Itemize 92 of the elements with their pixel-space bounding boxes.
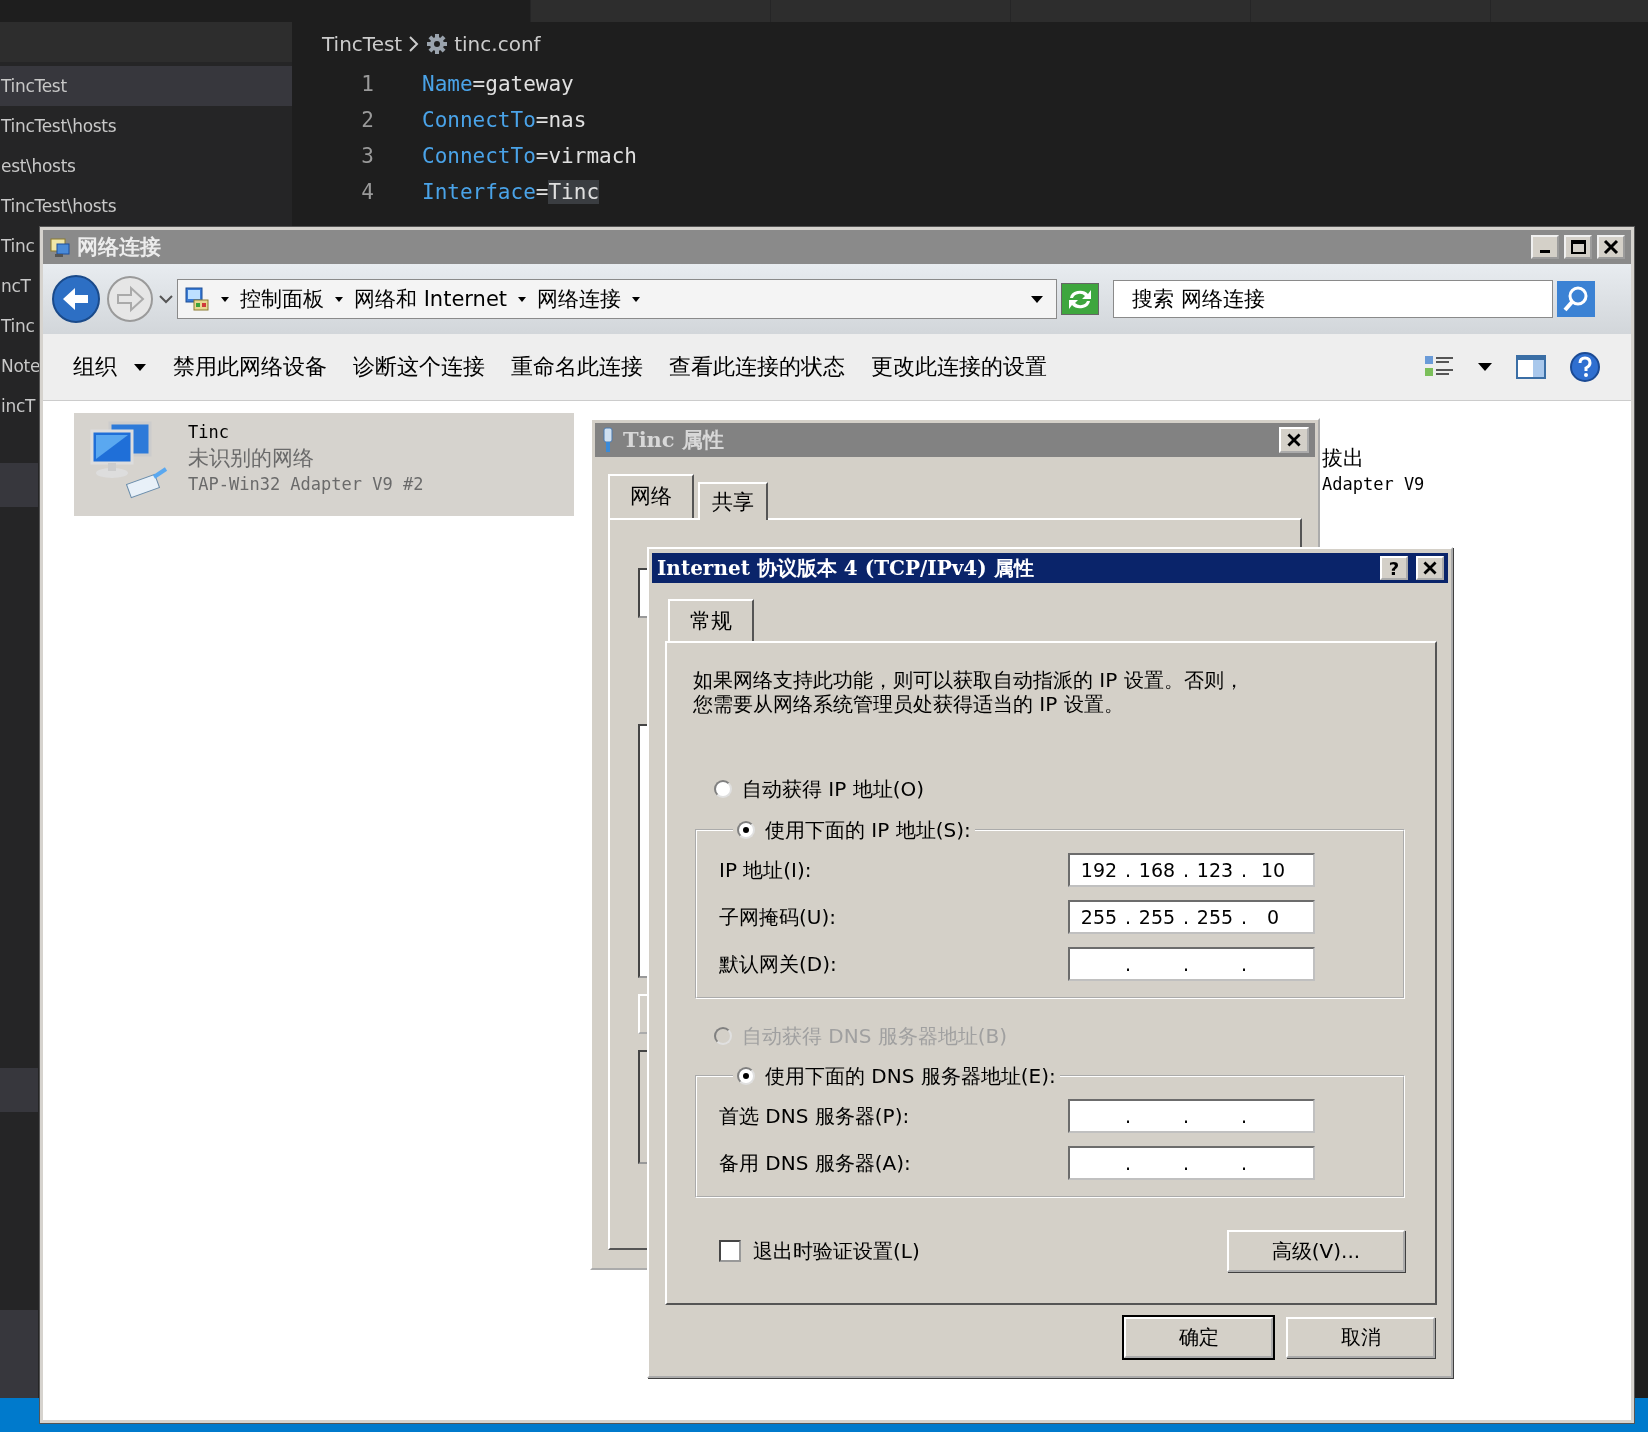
- search-field[interactable]: 搜索 网络连接: [1113, 280, 1553, 318]
- ip-address-field[interactable]: . . .: [1068, 947, 1315, 981]
- line-number: 4: [360, 180, 374, 204]
- sidebar-item[interactable]: ncT: [0, 266, 31, 306]
- field-label: 默认网关(D):: [719, 950, 837, 978]
- caret-icon: [631, 294, 642, 304]
- back-button[interactable]: [51, 274, 101, 324]
- ip-address-field[interactable]: . . .: [1068, 1146, 1315, 1180]
- breadcrumb-item[interactable]: 控制面板: [240, 285, 324, 313]
- ip-address-field[interactable]: 255 . 255 . 255 . 0: [1068, 900, 1315, 934]
- radio-button[interactable]: [714, 780, 732, 798]
- device-name: Adapter V9: [1322, 473, 1425, 496]
- history-dropdown-button[interactable]: [159, 294, 173, 304]
- field-label: IP 地址(I):: [719, 856, 812, 884]
- field-label: 子网掩码(U):: [719, 903, 836, 931]
- breadcrumb-item[interactable]: 网络和 Internet: [354, 285, 508, 313]
- caret-icon: [220, 294, 230, 304]
- help-button[interactable]: ?: [1380, 556, 1408, 580]
- command-button[interactable]: 更改此连接的设置: [859, 346, 1059, 388]
- ip-address-field[interactable]: 192 . 168 . 123 . 10: [1068, 853, 1315, 887]
- command-button[interactable]: 查看此连接的状态: [657, 346, 857, 388]
- checkbox-label: 退出时验证设置(L): [753, 1237, 920, 1265]
- window-title: 网络连接: [77, 234, 161, 261]
- code-line: ConnectTo=nas: [422, 108, 587, 132]
- close-button[interactable]: [1597, 235, 1625, 259]
- sidebar-item[interactable]: TincTest\hosts: [0, 106, 292, 146]
- command-button[interactable]: 重命名此连接: [499, 346, 655, 388]
- ip-address-field[interactable]: . . .: [1068, 1099, 1315, 1133]
- dialog-title: Internet 协议版本 4 (TCP/IPv4) 属性: [657, 554, 1034, 582]
- back-icon: [51, 274, 101, 324]
- sidebar-item[interactable]: Tinc: [0, 306, 35, 346]
- dialog-title: Tinc 属性: [623, 426, 724, 454]
- forward-icon: [105, 274, 155, 324]
- caret-icon: [517, 294, 528, 304]
- caret-icon: [133, 362, 147, 372]
- sidebar-item[interactable]: Tinc: [0, 226, 35, 266]
- address-bar[interactable]: 控制面板 网络和 Internet 网络连接: [177, 279, 1057, 319]
- dialog-tab[interactable]: 共享: [698, 482, 768, 520]
- command-button[interactable]: 组织: [61, 346, 159, 388]
- field-label: 备用 DNS 服务器(A):: [719, 1149, 911, 1177]
- sidebar-item[interactable]: Note: [0, 346, 41, 386]
- line-number: 3: [360, 144, 374, 168]
- connection-status: 拔出: [1322, 445, 1365, 471]
- line-number: 1: [360, 72, 374, 96]
- dropdown-icon: [1030, 294, 1044, 304]
- advanced-button[interactable]: 高级(V)...: [1227, 1230, 1405, 1272]
- history-dropdown-icon: [159, 294, 173, 304]
- view-dropdown-icon: [1477, 361, 1493, 373]
- checkbox[interactable]: [719, 1240, 741, 1262]
- field-label: 首选 DNS 服务器(P):: [719, 1102, 910, 1130]
- code-line: ConnectTo=virmach: [422, 144, 637, 168]
- search-button[interactable]: [1557, 281, 1595, 317]
- radio-label: 使用下面的 DNS 服务器地址(E):: [765, 1062, 1056, 1090]
- radio-button[interactable]: [737, 1067, 755, 1085]
- breadcrumb-item[interactable]: tinc.conf: [454, 32, 541, 56]
- gear-icon: [426, 33, 449, 55]
- dialog-tab[interactable]: 网络: [608, 474, 694, 518]
- sidebar-item[interactable]: TincTest\hosts: [0, 186, 117, 226]
- ok-button[interactable]: 确定: [1124, 1317, 1273, 1358]
- preview-pane-icon: [1515, 353, 1547, 381]
- refresh-icon: [1062, 284, 1098, 314]
- sidebar-item[interactable]: TincTest: [0, 66, 292, 106]
- chevron-icon: [408, 35, 421, 53]
- sidebar-item[interactable]: incT: [0, 386, 36, 426]
- refresh-button[interactable]: [1061, 283, 1099, 315]
- caret-icon: [334, 294, 344, 304]
- breadcrumb-item[interactable]: TincTest: [322, 32, 403, 56]
- breadcrumb-item[interactable]: 网络连接: [537, 285, 622, 313]
- minimize-button[interactable]: [1531, 235, 1559, 259]
- adapter-icon: [601, 427, 615, 453]
- connection-name: Tinc: [188, 421, 230, 444]
- help-icon: [1569, 351, 1601, 383]
- dialog-tab[interactable]: 常规: [668, 599, 754, 641]
- command-button[interactable]: 诊断这个连接: [341, 346, 497, 388]
- radio-label: 使用下面的 IP 地址(S):: [765, 816, 971, 844]
- control-panel-icon: [184, 286, 210, 312]
- sidebar-item[interactable]: est\hosts: [0, 146, 292, 186]
- command-button[interactable]: 禁用此网络设备: [161, 346, 339, 388]
- radio-label: 自动获得 IP 地址(O): [742, 775, 925, 803]
- code-line: Name=gateway: [422, 72, 574, 96]
- code-line: Interface=Tinc: [422, 180, 600, 204]
- maximize-button[interactable]: [1564, 235, 1592, 259]
- connection-item[interactable]: Tinc 未识别的网络 TAP-Win32 Adapter V9 #2: [74, 413, 574, 516]
- network-folder-icon: [49, 236, 71, 258]
- search-icon: [1557, 281, 1595, 317]
- cancel-button[interactable]: 取消: [1286, 1317, 1435, 1358]
- device-name: TAP-Win32 Adapter V9 #2: [188, 473, 424, 496]
- description-text: 如果网络支持此功能，则可以获取自动指派的 IP 设置。否则， 您需要从网络系统管理员处获得适当的 IP 设置。: [693, 668, 1245, 716]
- connection-status: 未识别的网络: [188, 445, 315, 471]
- line-number: 2: [360, 108, 374, 132]
- radio-button[interactable]: [737, 821, 755, 839]
- minimize-icon: [1540, 250, 1550, 253]
